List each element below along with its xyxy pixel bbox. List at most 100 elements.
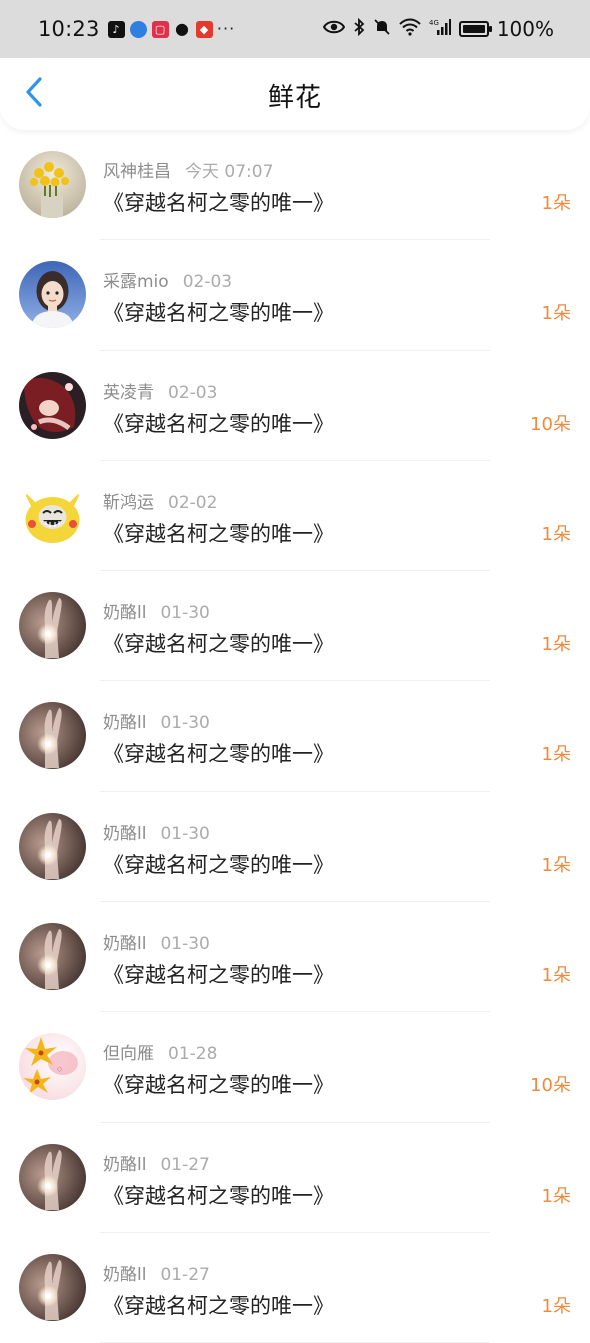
timestamp: 01-30 bbox=[160, 823, 210, 844]
username[interactable]: 靳鸿运 bbox=[103, 493, 154, 513]
battery-level bbox=[462, 25, 485, 33]
flower-count: 1朵 bbox=[541, 523, 571, 545]
timestamp: 01-27 bbox=[160, 1264, 210, 1285]
timestamp: 01-27 bbox=[160, 1154, 210, 1175]
book-title[interactable]: 《穿越名柯之零的唯一》 bbox=[103, 408, 334, 438]
user-line: 英凌青 02-03 bbox=[103, 378, 217, 403]
timestamp: 01-30 bbox=[160, 713, 210, 734]
flower-count: 1朵 bbox=[541, 634, 571, 656]
avatar[interactable] bbox=[19, 261, 86, 329]
nav-header: 鲜花 bbox=[0, 58, 590, 130]
flower-count: 1朵 bbox=[541, 1185, 571, 1207]
book-title[interactable]: 《穿越名柯之零的唯一》 bbox=[103, 187, 334, 217]
flower-list: 风神桂昌 今天 07:07 《穿越名柯之零的唯一》 1朵 采露mio 02-03 《穿越名… bbox=[0, 130, 590, 1343]
network-label: 4G bbox=[429, 19, 439, 27]
book-title[interactable]: 《穿越名柯之零的唯一》 bbox=[103, 628, 334, 658]
avatar[interactable] bbox=[19, 371, 86, 439]
timestamp: 01-30 bbox=[160, 603, 210, 624]
list-item[interactable]: 奶酪ll 01-30 《穿越名柯之零的唯一》 1朵 bbox=[0, 571, 590, 682]
flower-count: 10朵 bbox=[530, 413, 571, 435]
list-item[interactable]: ◇ 但向雁 01-28 《穿越名柯之零的唯一》 10朵 bbox=[0, 1012, 590, 1123]
list-item[interactable]: 英凌青 02-03 《穿越名柯之零的唯一》 10朵 bbox=[0, 351, 590, 462]
avatar[interactable] bbox=[19, 1143, 86, 1211]
user-line: 风神桂昌 今天 07:07 bbox=[103, 157, 273, 182]
notification-icons: ♪ ▢ ● ◆ ··· bbox=[107, 19, 236, 38]
user-line: 奶酪ll 01-27 bbox=[103, 1260, 210, 1285]
user-line: 采露mio 02-03 bbox=[103, 267, 232, 292]
list-item[interactable]: 奶酪ll 01-30 《穿越名柯之零的唯一》 1朵 bbox=[0, 902, 590, 1013]
wifi-icon bbox=[399, 18, 421, 41]
timestamp: 01-30 bbox=[160, 934, 210, 955]
page-title: 鲜花 bbox=[267, 83, 322, 113]
bluetooth-icon bbox=[353, 17, 365, 41]
chat-icon: ● bbox=[175, 19, 190, 38]
avatar[interactable] bbox=[19, 151, 86, 218]
username[interactable]: 英凌青 bbox=[103, 383, 154, 403]
battery-percentage: 100% bbox=[496, 17, 554, 41]
book-title[interactable]: 《穿越名柯之零的唯一》 bbox=[103, 959, 334, 989]
user-line: 奶酪ll 01-30 bbox=[103, 708, 210, 733]
avatar[interactable] bbox=[19, 923, 86, 991]
username[interactable]: 奶酪ll bbox=[103, 1265, 146, 1285]
red-app-icon: ◆ bbox=[195, 20, 213, 38]
user-line: 靳鸿运 02-02 bbox=[103, 488, 217, 513]
mute-icon bbox=[373, 18, 391, 41]
list-item[interactable]: 奶酪ll 01-30 《穿越名柯之零的唯一》 1朵 bbox=[0, 681, 590, 793]
username[interactable]: 采露mio bbox=[103, 272, 169, 292]
user-line: 奶酪ll 01-30 bbox=[103, 929, 210, 954]
username[interactable]: 但向雁 bbox=[103, 1044, 154, 1064]
user-line: 奶酪ll 01-27 bbox=[103, 1150, 210, 1175]
username[interactable]: 奶酪ll bbox=[103, 603, 146, 623]
status-right: 4G 100% bbox=[322, 17, 554, 41]
eye-icon bbox=[322, 19, 345, 40]
list-item[interactable]: 奶酪ll 01-27 《穿越名柯之零的唯一》 1朵 bbox=[0, 1233, 590, 1343]
globe-icon bbox=[129, 20, 147, 38]
flower-count: 1朵 bbox=[541, 965, 571, 987]
username[interactable]: 奶酪ll bbox=[103, 1155, 146, 1175]
tiktok-icon: ♪ bbox=[107, 20, 125, 38]
timestamp: 02-03 bbox=[182, 272, 233, 293]
more-icon: ··· bbox=[216, 19, 236, 38]
timestamp: 01-28 bbox=[168, 1044, 218, 1065]
flower-count: 10朵 bbox=[530, 1075, 571, 1097]
flower-count: 1朵 bbox=[541, 193, 571, 214]
battery-icon bbox=[458, 21, 492, 37]
book-title[interactable]: 《穿越名柯之零的唯一》 bbox=[103, 1180, 334, 1210]
list-item[interactable]: 采露mio 02-03 《穿越名柯之零的唯一》 1朵 bbox=[0, 240, 590, 351]
status-bar: 10:23 ♪ ▢ ● ◆ ··· 4G 100% bbox=[0, 0, 590, 58]
avatar[interactable] bbox=[19, 812, 86, 880]
user-line: 奶酪ll 01-30 bbox=[103, 598, 210, 623]
book-title[interactable]: 《穿越名柯之零的唯一》 bbox=[103, 1069, 334, 1099]
book-title[interactable]: 《穿越名柯之零的唯一》 bbox=[103, 849, 334, 879]
avatar[interactable] bbox=[19, 702, 86, 770]
username[interactable]: 风神桂昌 bbox=[103, 162, 171, 182]
username[interactable]: 奶酪ll bbox=[103, 824, 146, 844]
avatar[interactable]: ◇ bbox=[19, 1033, 86, 1101]
timestamp: 02-02 bbox=[168, 492, 218, 513]
book-title[interactable]: 《穿越名柯之零的唯一》 bbox=[103, 738, 334, 768]
username[interactable]: 奶酪ll bbox=[103, 713, 146, 733]
signal-icon: 4G bbox=[429, 18, 451, 41]
book-title[interactable]: 《穿越名柯之零的唯一》 bbox=[103, 1290, 334, 1320]
timestamp: 02-03 bbox=[168, 382, 218, 403]
book-title[interactable]: 《穿越名柯之零的唯一》 bbox=[103, 297, 334, 327]
svg-text:◇: ◇ bbox=[57, 1065, 63, 1073]
list-item[interactable]: 奶酪ll 01-27 《穿越名柯之零的唯一》 1朵 bbox=[0, 1123, 590, 1234]
flower-count: 1朵 bbox=[541, 744, 571, 766]
status-time: 10:23 bbox=[38, 17, 100, 41]
username[interactable]: 奶酪ll bbox=[103, 934, 146, 954]
avatar[interactable] bbox=[19, 481, 86, 549]
flower-count: 1朵 bbox=[541, 1295, 571, 1317]
user-line: 奶酪ll 01-30 bbox=[103, 819, 210, 844]
timestamp: 今天 07:07 bbox=[185, 162, 274, 182]
list-item[interactable]: 奶酪ll 01-30 《穿越名柯之零的唯一》 1朵 bbox=[0, 792, 590, 903]
user-line: 但向雁 01-28 bbox=[103, 1039, 217, 1064]
app-icon: ▢ bbox=[151, 20, 169, 38]
list-item[interactable]: 风神桂昌 今天 07:07 《穿越名柯之零的唯一》 1朵 bbox=[0, 130, 590, 241]
flower-count: 1朵 bbox=[541, 303, 571, 325]
avatar[interactable] bbox=[19, 1253, 86, 1321]
list-item[interactable]: 靳鸿运 02-02 《穿越名柯之零的唯一》 1朵 bbox=[0, 461, 590, 572]
avatar[interactable] bbox=[19, 592, 86, 660]
book-title[interactable]: 《穿越名柯之零的唯一》 bbox=[103, 518, 334, 548]
flower-count: 1朵 bbox=[541, 854, 571, 876]
